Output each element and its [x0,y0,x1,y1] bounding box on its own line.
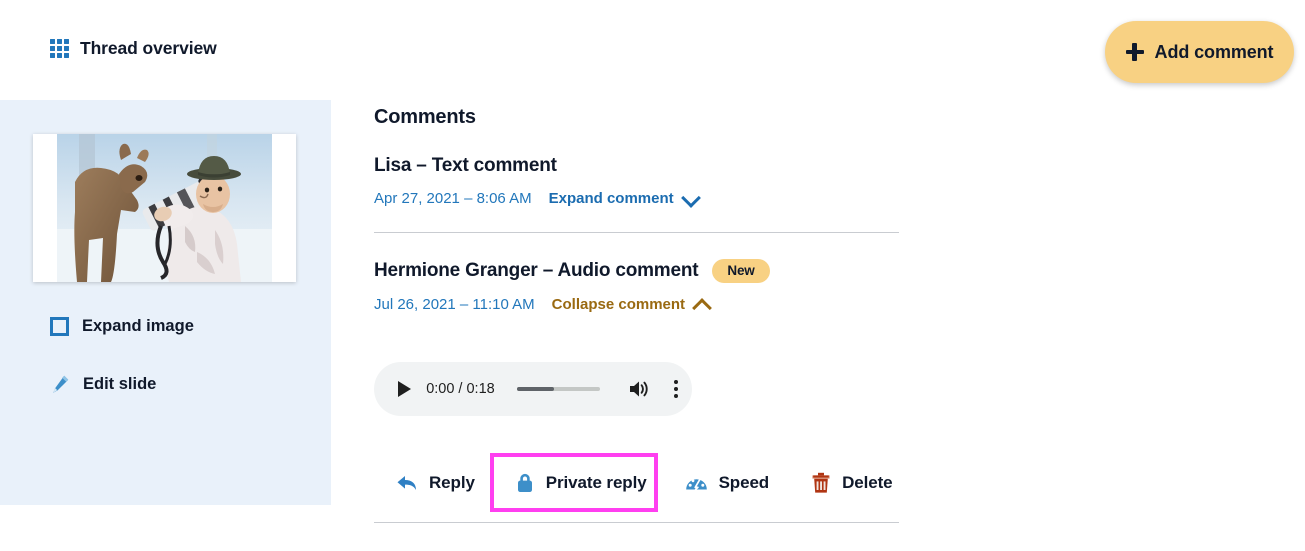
comment-item: Lisa – Text comment Apr 27, 2021 – 8:06 … [374,129,899,233]
collapse-comment-toggle[interactable]: Collapse comment [552,296,709,313]
audio-player[interactable]: 0:00 / 0:18 [374,361,692,416]
comment-title: Hermione Granger – Audio comment New [374,259,899,283]
reply-label: Reply [429,473,475,492]
add-comment-button[interactable]: Add comment [1105,21,1294,83]
slide-image [57,134,272,282]
comments-panel: Comments Lisa – Text comment Apr 27, 202… [374,100,899,416]
more-vertical-icon[interactable] [674,379,678,398]
page-title: Comments [374,106,476,128]
chevron-down-icon [683,191,698,206]
grid-icon [50,39,69,58]
comment-title-text: Lisa – Text comment [374,155,557,176]
lock-icon [515,472,535,494]
private-reply-button[interactable]: Private reply [515,466,647,500]
plus-icon [1125,43,1144,61]
thread-overview-label: Thread overview [80,38,217,58]
trash-icon [811,472,831,494]
delete-button[interactable]: Delete [811,466,893,500]
comment-timestamp: Jul 26, 2021 – 11:10 AM [374,295,535,313]
status-badge: New [712,259,770,283]
audio-time-display: 0:00 / 0:18 [426,380,495,397]
speedometer-icon [685,473,708,493]
speed-button[interactable]: Speed [685,466,770,500]
speed-label: Speed [718,473,770,492]
slide-thumbnail-card[interactable] [33,134,296,282]
private-reply-label: Private reply [545,473,647,492]
expand-comment-toggle[interactable]: Expand comment [549,190,698,207]
pencil-icon [50,374,70,394]
comment-item: Hermione Granger – Audio comment New Jul… [374,233,899,416]
audio-progress-slider[interactable] [516,386,600,391]
comment-timestamp: Apr 27, 2021 – 8:06 AM [374,190,532,207]
reply-button[interactable]: Reply [396,466,475,500]
reply-arrow-icon [396,473,418,493]
edit-slide-button[interactable]: Edit slide [50,374,156,394]
chevron-up-icon [694,297,709,312]
thread-overview-button[interactable]: Thread overview [50,38,217,59]
expand-image-button[interactable]: Expand image [50,317,194,336]
expand-icon [50,317,69,336]
collapse-comment-label: Collapse comment [551,295,686,313]
expand-image-label: Expand image [82,317,194,335]
comment-meta: Jul 26, 2021 – 11:10 AM Collapse comment [374,296,899,313]
comment-title-text: Hermione Granger – Audio comment [374,259,699,281]
comment-meta: Apr 27, 2021 – 8:06 AM Expand comment [374,190,899,207]
volume-icon[interactable] [628,379,650,399]
edit-slide-label: Edit slide [83,374,157,393]
comment-actions: Reply Private reply Speed Delete [396,466,893,500]
add-comment-label: Add comment [1154,41,1274,62]
section-divider [374,522,899,523]
top-bar: Thread overview Add comment [0,0,1305,96]
play-icon[interactable] [388,381,420,397]
comment-title: Lisa – Text comment [374,155,899,177]
delete-label: Delete [842,473,893,492]
slide-sidebar: Expand image Edit slide [0,100,331,505]
expand-comment-label: Expand comment [548,190,674,207]
